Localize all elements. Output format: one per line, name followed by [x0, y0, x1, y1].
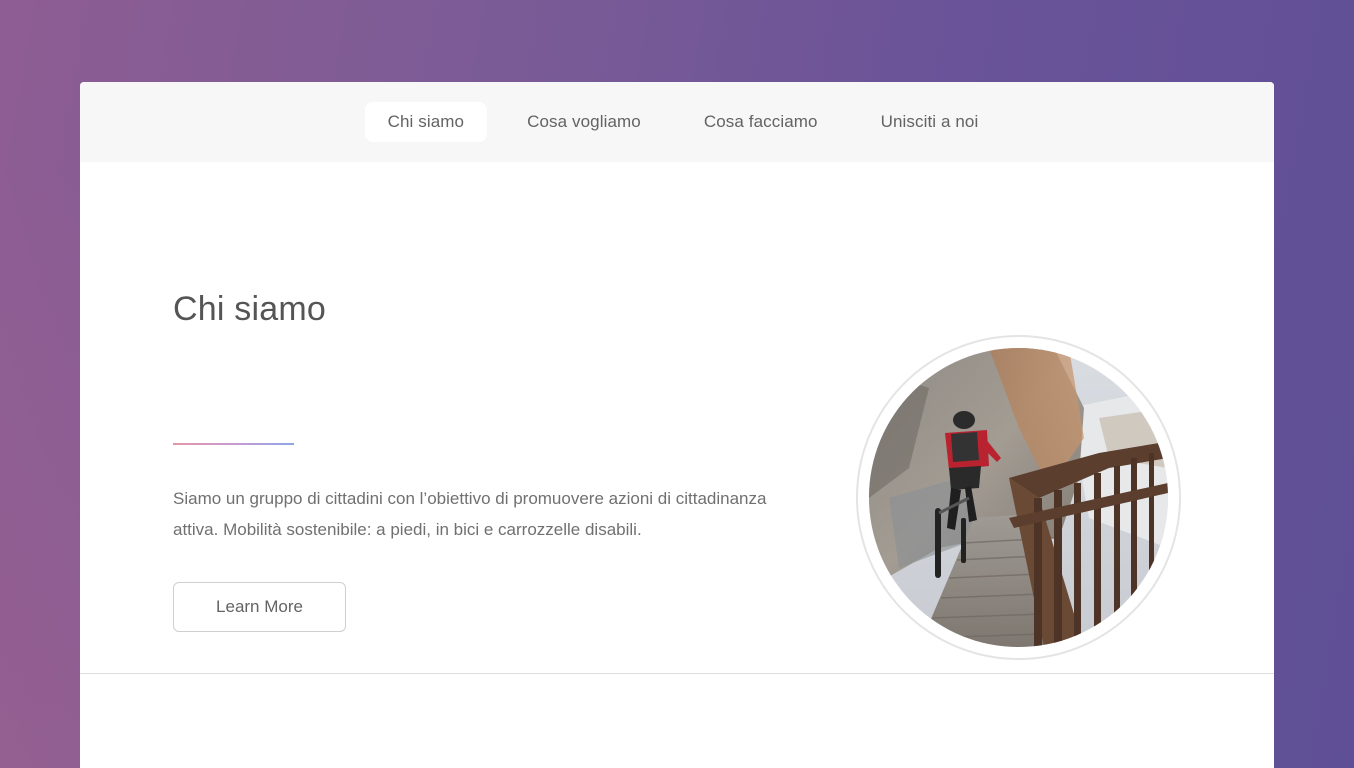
- section-description: Siamo un gruppo di cittadini con l’obiet…: [173, 489, 767, 539]
- image-frame: [856, 335, 1181, 660]
- nav-item-chi-siamo[interactable]: Chi siamo: [364, 102, 488, 142]
- heading-underline: [173, 443, 294, 445]
- nav-item-unisciti-a-noi[interactable]: Unisciti a noi: [858, 102, 1002, 142]
- nav-item-cosa-facciamo[interactable]: Cosa facciamo: [681, 102, 841, 142]
- cyclist-photo: [869, 348, 1168, 647]
- section-heading: Chi siamo: [173, 290, 326, 328]
- page-wrapper: Chi siamo Cosa vogliamo Cosa facciamo Un…: [80, 82, 1274, 768]
- main-nav: Chi siamo Cosa vogliamo Cosa facciamo Un…: [80, 82, 1274, 162]
- nav-item-cosa-vogliamo[interactable]: Cosa vogliamo: [504, 102, 664, 142]
- intro-section: Chi siamo Siamo un gruppo di cittadini c…: [80, 162, 1274, 674]
- learn-more-button[interactable]: Learn More: [173, 582, 346, 632]
